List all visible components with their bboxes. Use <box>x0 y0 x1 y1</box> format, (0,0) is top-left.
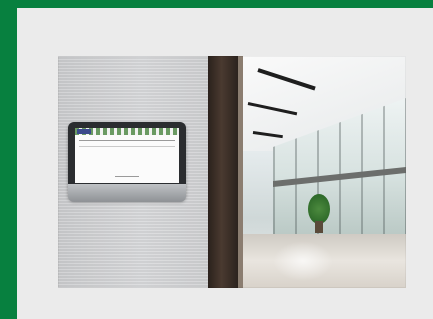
photo-border <box>58 56 406 288</box>
content-panel <box>17 8 433 319</box>
lobby-photo <box>58 56 406 288</box>
